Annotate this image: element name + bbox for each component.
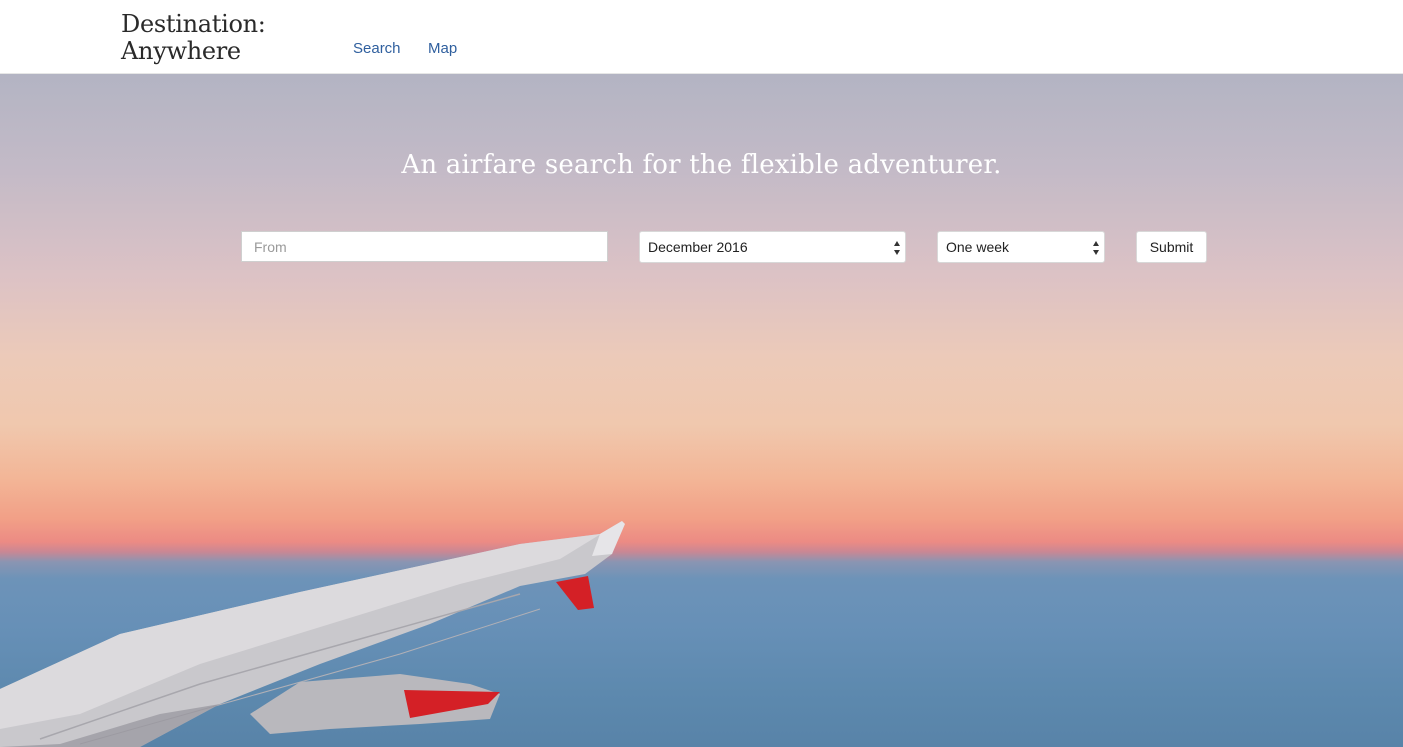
site-logo-line2: Anywhere (121, 37, 241, 65)
duration-select[interactable]: One week (937, 231, 1105, 263)
site-logo[interactable]: Destination: Anywhere (121, 11, 266, 65)
airplane-wing-image (0, 521, 625, 747)
from-input[interactable] (241, 231, 608, 262)
month-select-value: December 2016 (648, 239, 748, 255)
nav-map-link[interactable]: Map (428, 40, 457, 57)
month-select[interactable]: December 2016 (639, 231, 906, 263)
submit-button[interactable]: Submit (1136, 231, 1207, 263)
hero-section: An airfare search for the flexible adven… (0, 74, 1403, 747)
top-navbar: Destination: Anywhere Search Map (0, 0, 1403, 74)
updown-caret-icon (894, 241, 900, 255)
duration-select-value: One week (946, 239, 1010, 255)
nav-search-link[interactable]: Search (353, 40, 401, 57)
hero-tagline: An airfare search for the flexible adven… (401, 150, 1002, 180)
updown-caret-icon (1093, 241, 1099, 255)
site-logo-line1: Destination: (121, 10, 266, 38)
